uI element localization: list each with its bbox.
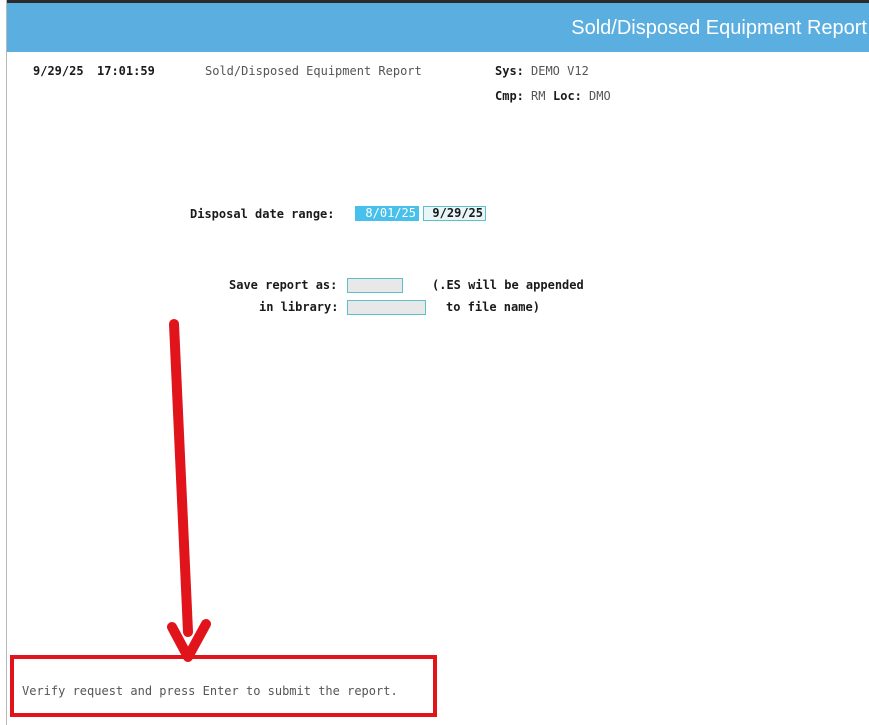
red-arrow-annotation — [167, 319, 211, 662]
status-message: Verify request and press Enter to submit… — [22, 684, 398, 698]
arrow-shaft — [169, 319, 193, 637]
